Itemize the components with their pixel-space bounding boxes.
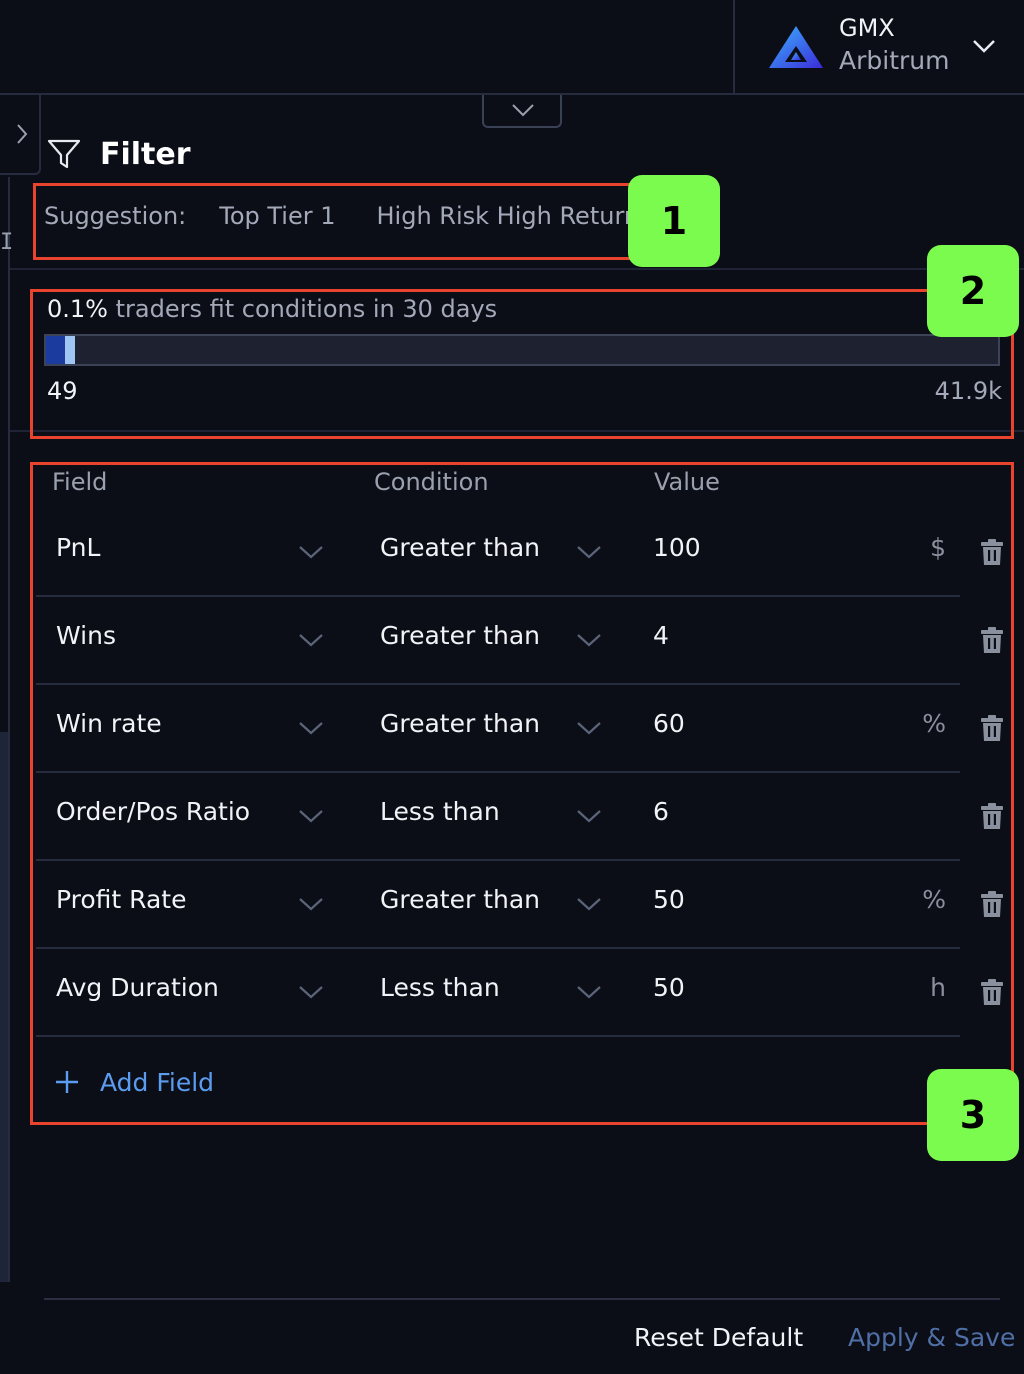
annotation-badge-3: 3 — [927, 1069, 1019, 1161]
expand-sidebar-button[interactable] — [0, 95, 41, 175]
apply-save-button[interactable]: Apply & Save — [848, 1323, 1015, 1352]
filter-header: Filter — [46, 134, 191, 174]
filter-icon — [47, 139, 81, 169]
network-selector[interactable]: GMX Arbitrum — [733, 0, 1024, 95]
text-cursor-icon: I — [0, 230, 14, 255]
annotation-badge-1: 1 — [628, 175, 720, 267]
annotation-box-2 — [30, 289, 1014, 439]
annotation-box-3 — [30, 462, 1014, 1125]
reset-default-button[interactable]: Reset Default — [634, 1323, 803, 1352]
gmx-logo-icon — [769, 26, 823, 68]
divider — [10, 268, 1024, 270]
sidebar-scroll-track — [0, 732, 8, 1282]
annotation-box-1 — [33, 183, 633, 260]
filter-panel-page: GMX Arbitrum I Filter Suggestion: Top Ti… — [0, 0, 1024, 1374]
chevron-down-icon — [512, 104, 534, 117]
filter-title: Filter — [100, 136, 191, 172]
top-bar: GMX Arbitrum — [0, 0, 1024, 95]
network-chain: Arbitrum — [839, 46, 950, 75]
chevron-right-icon — [17, 124, 28, 144]
network-name: GMX — [839, 14, 895, 42]
collapse-panel-button[interactable] — [482, 95, 562, 128]
annotation-badge-2: 2 — [927, 245, 1019, 337]
chevron-down-icon — [973, 40, 995, 53]
sidebar-rail — [0, 177, 10, 1282]
footer-divider — [44, 1298, 1000, 1300]
